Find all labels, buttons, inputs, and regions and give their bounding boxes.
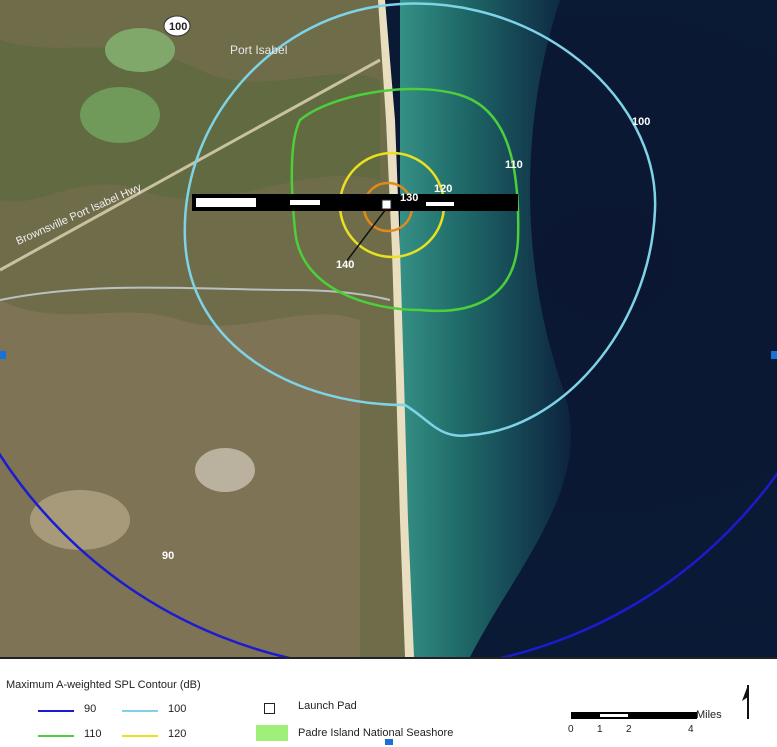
port-isabel-label: Port Isabel: [230, 43, 287, 57]
land-texture-1: [0, 300, 360, 657]
legend-line-90: [38, 710, 74, 712]
scale-tick-4: 4: [688, 724, 694, 735]
launch-pad-legend-icon: [264, 703, 275, 714]
contour-130-label: 130: [400, 192, 418, 204]
legend-line-120: [122, 735, 158, 737]
north-arrow-icon: [742, 685, 749, 719]
legend-panel: Maximum A-weighted SPL Contour (dB) 90 1…: [0, 657, 777, 747]
legend-label-110: 110: [84, 728, 102, 740]
scale-tick-0: 0: [568, 724, 574, 735]
park-legend-label: Padre Island National Seashore: [298, 727, 454, 739]
resize-handle-right[interactable]: [771, 351, 777, 359]
contour-120-label: 120: [434, 183, 452, 195]
launch-pad-legend-label: Launch Pad: [298, 700, 357, 712]
resize-handle-left[interactable]: [0, 351, 6, 359]
legend-title: Maximum A-weighted SPL Contour (dB): [6, 679, 201, 691]
legend-line-110: [38, 735, 74, 737]
scale-tick-2: 2: [626, 724, 632, 735]
map-bar-seg1: [196, 198, 256, 207]
resize-handle-bottom[interactable]: [385, 739, 393, 745]
park-legend-swatch: [256, 725, 288, 741]
scale-unit-label: Miles: [696, 709, 722, 721]
legend-label-90: 90: [84, 703, 97, 715]
lagoon-2: [80, 87, 160, 143]
map-bar-seg3: [426, 202, 454, 206]
contour-100-label: 100: [632, 116, 650, 128]
route-shield-label: 100: [169, 21, 187, 33]
legend-line-100: [122, 710, 158, 712]
map-canvas[interactable]: 100 Port Isabel Brownsville Port Isabel …: [0, 0, 777, 657]
legend-label-100: 100: [168, 703, 187, 715]
contour-110-label: 110: [505, 159, 523, 171]
launch-pad-marker[interactable]: [381, 199, 392, 210]
contour-90-label: 90: [162, 550, 174, 562]
contour-140-label: 140: [336, 259, 354, 271]
flat-2: [30, 490, 130, 550]
scale-bar: 0 1 2 4: [568, 712, 697, 735]
flat-1: [195, 448, 255, 492]
scale-tick-1: 1: [597, 724, 603, 735]
map-bar-seg2: [290, 200, 320, 205]
lagoon-1: [105, 28, 175, 72]
legend-label-120: 120: [168, 728, 187, 740]
